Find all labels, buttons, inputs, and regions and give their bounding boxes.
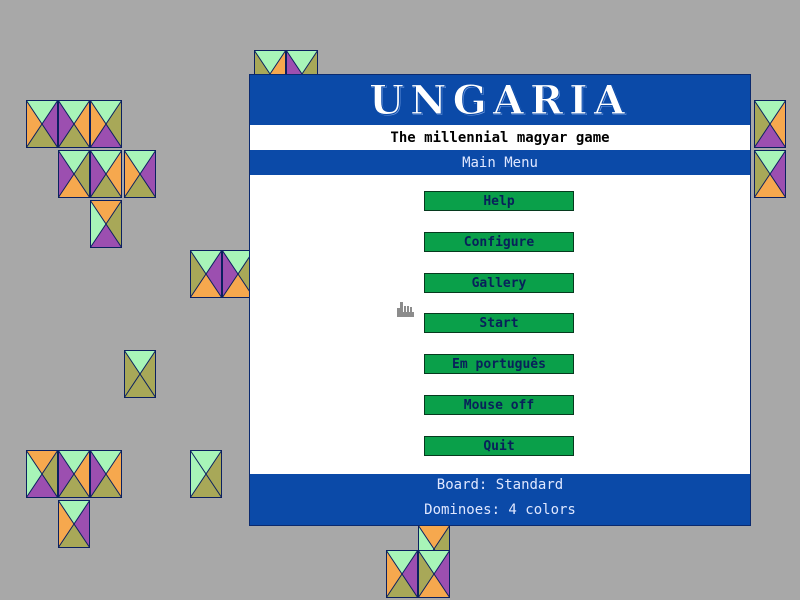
start-button[interactable]: Start bbox=[424, 313, 574, 333]
domino-tile bbox=[58, 450, 90, 498]
hand-pointer-icon bbox=[396, 300, 416, 320]
domino-tile bbox=[90, 100, 122, 148]
domino-tile bbox=[754, 100, 786, 148]
domino-tile bbox=[26, 100, 58, 148]
domino-tile bbox=[90, 150, 122, 198]
domino-tile bbox=[90, 200, 122, 248]
domino-tile bbox=[386, 550, 418, 598]
domino-tile bbox=[190, 250, 222, 298]
quit-button[interactable]: Quit bbox=[424, 436, 574, 456]
language-button[interactable]: Em português bbox=[424, 354, 574, 374]
menu-heading: Main Menu bbox=[250, 151, 750, 175]
domino-tile bbox=[190, 450, 222, 498]
domino-tile bbox=[90, 450, 122, 498]
help-button[interactable]: Help bbox=[424, 191, 574, 211]
gallery-button[interactable]: Gallery bbox=[424, 273, 574, 293]
game-title: UNGARIA bbox=[369, 76, 631, 124]
domino-tile bbox=[58, 500, 90, 548]
dominoes-status: Dominoes: 4 colors bbox=[424, 502, 576, 518]
main-menu-dialog: UNGARIA The millennial magyar game Main … bbox=[249, 74, 751, 526]
configure-button[interactable]: Configure bbox=[424, 232, 574, 252]
board-status: Board: Standard bbox=[436, 477, 564, 493]
game-subtitle: The millennial magyar game bbox=[250, 125, 750, 151]
title-banner: UNGARIA bbox=[250, 75, 750, 125]
domino-tile bbox=[58, 100, 90, 148]
domino-tile bbox=[124, 350, 156, 398]
mouse-toggle-button[interactable]: Mouse off bbox=[424, 395, 574, 415]
domino-tile bbox=[418, 550, 450, 598]
domino-tile bbox=[26, 450, 58, 498]
status-footer: Board: Standard Dominoes: 4 colors bbox=[250, 474, 750, 525]
domino-tile bbox=[58, 150, 90, 198]
domino-tile bbox=[754, 150, 786, 198]
domino-tile bbox=[124, 150, 156, 198]
